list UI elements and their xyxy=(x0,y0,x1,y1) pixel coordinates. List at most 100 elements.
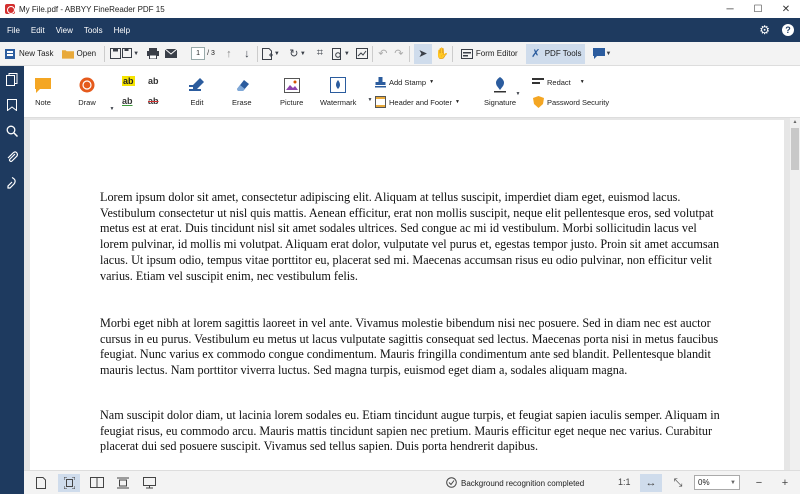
pdf-page: Lorem ipsum dolor sit amet, consectetur … xyxy=(30,120,784,470)
header-footer-button[interactable]: Header and Footer ▼ xyxy=(374,96,460,108)
strikeout-text-button[interactable]: ab xyxy=(148,76,159,86)
window-controls: ─ ☐ ✕ xyxy=(716,0,800,18)
erase-label: Erase xyxy=(232,98,252,107)
presentation-view-icon[interactable] xyxy=(138,474,160,492)
draw-icon xyxy=(78,76,96,94)
strike-red-text-button[interactable]: ab xyxy=(148,96,159,106)
zoom-value: 0% xyxy=(698,478,710,487)
print-icon[interactable] xyxy=(147,48,160,60)
underline-text-button[interactable]: ab xyxy=(122,96,133,106)
zoom-in-icon[interactable]: + xyxy=(774,474,796,492)
attachment-icon[interactable] xyxy=(0,144,24,170)
chevron-down-icon[interactable]: ▼ xyxy=(605,48,611,60)
status-bar: Background recognition completed 1:1 ↔ ⤡… xyxy=(24,470,800,494)
add-page-icon[interactable] xyxy=(262,47,274,60)
fit-page-icon[interactable]: ⤡ xyxy=(667,474,689,492)
rotate-icon[interactable]: ↻ xyxy=(288,48,300,60)
scroll-up-icon[interactable]: ▲ xyxy=(790,118,800,126)
chevron-down-icon[interactable]: ▼ xyxy=(300,48,306,60)
eraser-icon xyxy=(233,76,251,94)
form-editor-label: Form Editor xyxy=(475,49,518,58)
pdf-tools-button[interactable]: ✗ PDF Tools xyxy=(525,43,586,64)
document-viewer[interactable]: Lorem ipsum dolor sit amet, consectetur … xyxy=(24,118,790,470)
form-editor-button[interactable]: Form Editor xyxy=(457,44,522,64)
single-page-view-icon[interactable] xyxy=(30,474,52,492)
save-as-icon[interactable] xyxy=(121,48,133,60)
watermark-button[interactable]: Watermark xyxy=(320,76,356,107)
maximize-button[interactable]: ☐ xyxy=(744,0,772,18)
password-security-button[interactable]: Password Security xyxy=(532,96,609,108)
image-export-icon[interactable] xyxy=(355,48,368,60)
menu-edit[interactable]: Edit xyxy=(31,26,45,35)
page-search-icon[interactable] xyxy=(332,47,344,60)
chevron-down-icon[interactable]: ▼ xyxy=(274,48,280,60)
add-stamp-label: Add Stamp xyxy=(389,77,427,87)
recognition-status: Background recognition completed xyxy=(446,477,584,490)
chevron-down-icon: ▼ xyxy=(454,99,460,105)
save-icon[interactable] xyxy=(109,48,121,60)
redact-button[interactable]: Redact ▼ xyxy=(532,76,585,88)
page-total: / 3 xyxy=(207,50,215,57)
menu-tools[interactable]: Tools xyxy=(84,26,103,35)
pages-icon[interactable] xyxy=(0,66,24,92)
menu-view[interactable]: View xyxy=(56,26,73,35)
open-button[interactable]: Open xyxy=(58,44,101,64)
main-toolbar: New Task Open ▼ 1 / 3 ↑ ↓ ▼ ↻ ▼ ⌗ ▼ ↶ ↷ xyxy=(0,42,800,66)
draw-button[interactable]: Draw xyxy=(78,76,96,107)
chevron-down-icon[interactable]: ▼ xyxy=(106,103,118,115)
separator xyxy=(451,45,453,62)
gear-icon[interactable]: ⚙ xyxy=(759,23,770,37)
edit-icon xyxy=(188,76,206,94)
search-icon[interactable] xyxy=(0,118,24,144)
watermark-icon xyxy=(329,76,347,94)
arrow-down-icon[interactable]: ↓ xyxy=(241,48,253,60)
tools-icon: ✗ xyxy=(531,48,541,60)
fit-width-icon[interactable]: ↔ xyxy=(640,474,662,492)
bookmark-icon[interactable] xyxy=(0,92,24,118)
arrow-up-icon[interactable]: ↑ xyxy=(223,48,235,60)
new-task-button[interactable]: New Task xyxy=(0,44,58,64)
vertical-scrollbar[interactable]: ▲ xyxy=(790,118,800,470)
actual-size-button[interactable]: 1:1 xyxy=(618,477,631,487)
crop-icon[interactable]: ⌗ xyxy=(314,47,326,60)
edit-button[interactable]: Edit xyxy=(188,76,206,107)
chevron-down-icon: ▼ xyxy=(429,79,435,85)
email-icon[interactable] xyxy=(165,48,178,60)
minimize-button[interactable]: ─ xyxy=(716,0,744,18)
chevron-down-icon[interactable]: ▼ xyxy=(512,88,524,100)
page-number-input[interactable]: 1 xyxy=(191,47,206,60)
undo-icon[interactable]: ↶ xyxy=(377,48,389,60)
two-page-view-icon[interactable] xyxy=(86,474,108,492)
separator xyxy=(104,45,106,62)
note-button[interactable]: Note xyxy=(34,76,52,107)
add-stamp-button[interactable]: Add Stamp ▼ xyxy=(374,76,434,88)
erase-button[interactable]: Erase xyxy=(232,76,252,107)
title-bar: My File.pdf - ABBYY FineReader PDF 15 ─ … xyxy=(0,0,800,18)
zoom-out-icon[interactable]: − xyxy=(748,474,770,492)
highlight-text-button[interactable]: ab xyxy=(122,76,135,86)
help-icon[interactable]: ? xyxy=(782,24,794,36)
menu-help[interactable]: Help xyxy=(114,26,130,35)
hand-icon[interactable]: ✋ xyxy=(435,48,449,60)
note-label: Note xyxy=(35,98,51,107)
close-button[interactable]: ✕ xyxy=(772,0,800,18)
signature-pen-icon[interactable] xyxy=(0,170,24,196)
pointer-icon: ➤ xyxy=(418,48,428,60)
chevron-down-icon[interactable]: ▼ xyxy=(133,48,139,60)
recognition-status-text: Background recognition completed xyxy=(461,479,585,488)
zoom-select[interactable]: 0% ▼ xyxy=(694,475,740,490)
scroll-thumb[interactable] xyxy=(791,128,799,170)
continuous-view-icon[interactable] xyxy=(112,474,134,492)
draw-label: Draw xyxy=(78,98,96,107)
paragraph-3: Nam suscipit dolor diam, ut lacinia lore… xyxy=(100,408,720,454)
chevron-down-icon[interactable]: ▼ xyxy=(344,48,350,60)
menu-file[interactable]: File xyxy=(7,26,20,35)
check-circle-icon xyxy=(446,477,457,490)
picture-button[interactable]: Picture xyxy=(280,76,303,107)
select-tool-button[interactable]: ➤ xyxy=(413,43,432,64)
window-title: My File.pdf - ABBYY FineReader PDF 15 xyxy=(19,4,165,14)
comments-icon[interactable] xyxy=(593,48,606,60)
fit-page-view-icon[interactable] xyxy=(58,473,80,492)
redo-icon[interactable]: ↷ xyxy=(393,48,405,60)
separator xyxy=(371,45,373,62)
